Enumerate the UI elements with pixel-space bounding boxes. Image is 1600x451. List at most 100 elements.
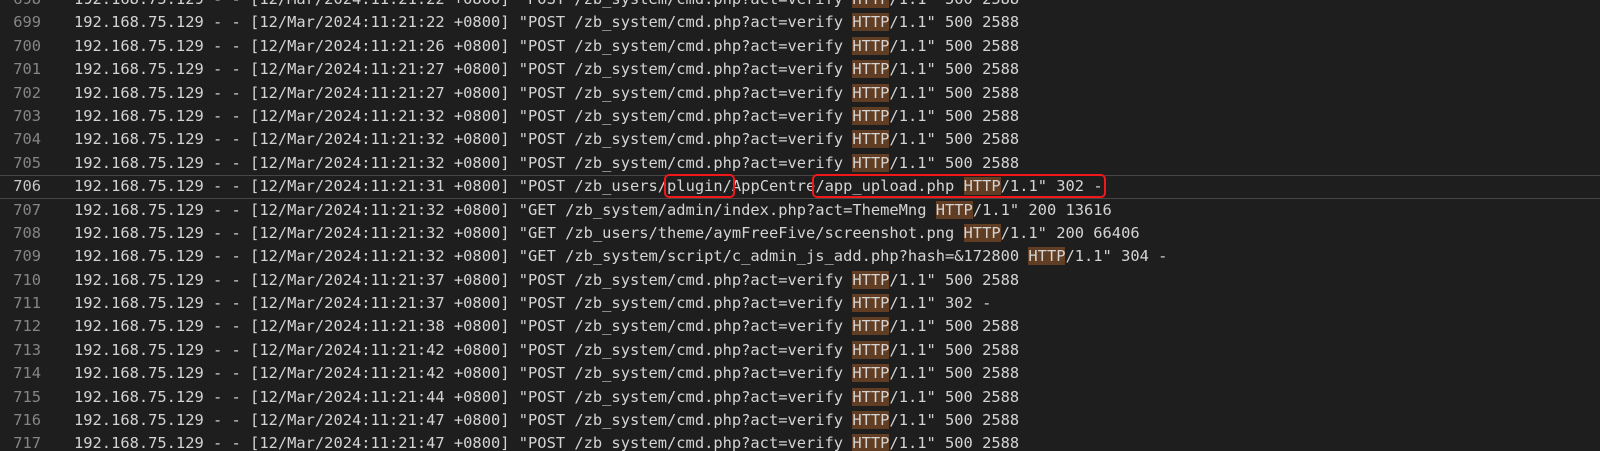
- log-text: /1.1" 500 2588: [889, 106, 1020, 125]
- log-text: /1.1" 304 -: [1065, 247, 1168, 266]
- log-line-text: 192.168.75.129 - - [12/Mar/2024:11:21:22…: [74, 11, 1019, 34]
- log-line-text: 192.168.75.129 - - [12/Mar/2024:11:21:31…: [74, 174, 1106, 199]
- search-match: HTTP: [852, 0, 890, 8]
- log-text: /1.1" 500 2588: [889, 364, 1020, 383]
- line-number: 702: [13, 83, 41, 102]
- log-line-text: 192.168.75.129 - - [12/Mar/2024:11:21:37…: [74, 292, 991, 315]
- log-text: 192.168.75.129 - - [12/Mar/2024:11:21:37…: [74, 270, 853, 289]
- search-match: HTTP: [852, 13, 890, 32]
- log-line[interactable]: 704 192.168.75.129 - - [12/Mar/2024:11:21…: [0, 128, 1600, 151]
- line-number: 706: [13, 177, 41, 196]
- log-text: 192.168.75.129 - - [12/Mar/2024:11:21:47…: [74, 411, 853, 430]
- line-number: 709: [13, 247, 41, 266]
- log-text: 192.168.75.129 - - [12/Mar/2024:11:21:32…: [74, 200, 936, 219]
- line-number: 713: [13, 340, 41, 359]
- log-text: /1.1" 302 -: [1000, 177, 1103, 196]
- line-number: 701: [13, 60, 41, 79]
- log-line-text: 192.168.75.129 - - [12/Mar/2024:11:21:32…: [74, 199, 1112, 222]
- log-text: /1.1" 500 2588: [889, 411, 1020, 430]
- log-text: 192.168.75.129 - - [12/Mar/2024:11:21:47…: [74, 434, 853, 451]
- log-line[interactable]: 717 192.168.75.129 - - [12/Mar/2024:11:21…: [0, 432, 1600, 451]
- search-match: HTTP: [852, 434, 890, 451]
- log-line[interactable]: 711 192.168.75.129 - - [12/Mar/2024:11:21…: [0, 292, 1600, 315]
- log-line[interactable]: 698 192.168.75.129 - - [12/Mar/2024:11:21…: [0, 0, 1600, 11]
- log-line-text: 192.168.75.129 - - [12/Mar/2024:11:21:32…: [74, 245, 1167, 268]
- line-number: 705: [13, 153, 41, 172]
- search-match: HTTP: [963, 223, 1001, 242]
- log-line-text: 192.168.75.129 - - [12/Mar/2024:11:21:27…: [74, 58, 1019, 81]
- log-text: AppCentre: [731, 177, 816, 196]
- line-number: 717: [13, 434, 41, 451]
- log-text: /1.1" 500 2588: [889, 340, 1020, 359]
- log-text: 192.168.75.129 - - [12/Mar/2024:11:21:32…: [74, 130, 853, 149]
- log-line-text: 192.168.75.129 - - [12/Mar/2024:11:21:42…: [74, 362, 1019, 385]
- log-text: /1.1" 500 2588: [889, 270, 1020, 289]
- log-text: 192.168.75.129 - - [12/Mar/2024:11:21:31…: [74, 177, 668, 196]
- search-match: HTTP: [852, 83, 890, 102]
- line-number: 700: [13, 36, 41, 55]
- log-text: /1.1" 302 -: [889, 294, 992, 313]
- search-match: HTTP: [852, 411, 890, 430]
- search-match: HTTP: [852, 340, 890, 359]
- log-text: 192.168.75.129 - - [12/Mar/2024:11:21:32…: [74, 223, 964, 242]
- line-number: 714: [13, 364, 41, 383]
- log-line[interactable]: 715 192.168.75.129 - - [12/Mar/2024:11:21…: [0, 386, 1600, 409]
- log-text: /1.1" 500 2588: [889, 83, 1020, 102]
- log-line[interactable]: 709 192.168.75.129 - - [12/Mar/2024:11:21…: [0, 245, 1600, 268]
- log-line[interactable]: 702 192.168.75.129 - - [12/Mar/2024:11:21…: [0, 82, 1600, 105]
- log-text: /1.1" 200 13616: [972, 200, 1112, 219]
- log-line[interactable]: 714 192.168.75.129 - - [12/Mar/2024:11:21…: [0, 362, 1600, 385]
- search-match: HTTP: [852, 387, 890, 406]
- log-line[interactable]: 713 192.168.75.129 - - [12/Mar/2024:11:21…: [0, 339, 1600, 362]
- log-text: 192.168.75.129 - - [12/Mar/2024:11:21:37…: [74, 294, 853, 313]
- search-match: HTTP: [852, 364, 890, 383]
- log-line[interactable]: 705 192.168.75.129 - - [12/Mar/2024:11:21…: [0, 152, 1600, 175]
- log-line[interactable]: 710 192.168.75.129 - - [12/Mar/2024:11:21…: [0, 269, 1600, 292]
- log-line[interactable]: 707 192.168.75.129 - - [12/Mar/2024:11:21…: [0, 199, 1600, 222]
- log-line-text: 192.168.75.129 - - [12/Mar/2024:11:21:22…: [74, 0, 1019, 11]
- log-line[interactable]: 701 192.168.75.129 - - [12/Mar/2024:11:21…: [0, 58, 1600, 81]
- line-number: 715: [13, 387, 41, 406]
- annotation-box-upload: /app_upload.php HTTP/1.1" 302 -: [812, 174, 1106, 199]
- log-line-current[interactable]: 706 192.168.75.129 - - [12/Mar/2024:11:21…: [0, 174, 1600, 199]
- search-match: HTTP: [852, 60, 890, 79]
- log-text: /1.1" 500 2588: [889, 13, 1020, 32]
- log-line[interactable]: 703 192.168.75.129 - - [12/Mar/2024:11:21…: [0, 105, 1600, 128]
- log-text: /1.1" 500 2588: [889, 0, 1019, 8]
- log-text: /app_upload.php: [815, 177, 964, 196]
- log-text: 192.168.75.129 - - [12/Mar/2024:11:21:38…: [74, 317, 853, 336]
- log-text: 192.168.75.129 - - [12/Mar/2024:11:21:27…: [74, 83, 853, 102]
- log-text: /1.1" 500 2588: [889, 387, 1020, 406]
- log-editor[interactable]: 698 192.168.75.129 - - [12/Mar/2024:11:21…: [0, 0, 1600, 451]
- line-number: 712: [13, 317, 41, 336]
- log-line-text: 192.168.75.129 - - [12/Mar/2024:11:21:47…: [74, 409, 1019, 432]
- search-match: HTTP: [852, 317, 890, 336]
- line-number: 710: [13, 270, 41, 289]
- log-line[interactable]: 699 192.168.75.129 - - [12/Mar/2024:11:21…: [0, 11, 1600, 34]
- line-number: 711: [13, 294, 41, 313]
- log-line-text: 192.168.75.129 - - [12/Mar/2024:11:21:42…: [74, 339, 1019, 362]
- log-line-text: 192.168.75.129 - - [12/Mar/2024:11:21:37…: [74, 269, 1019, 292]
- log-line[interactable]: 708 192.168.75.129 - - [12/Mar/2024:11:21…: [0, 222, 1600, 245]
- code-lines: 698 192.168.75.129 - - [12/Mar/2024:11:21…: [0, 0, 1600, 451]
- log-text: /1.1" 500 2588: [889, 130, 1020, 149]
- line-number: 703: [13, 106, 41, 125]
- log-line-text: 192.168.75.129 - - [12/Mar/2024:11:21:32…: [74, 105, 1019, 128]
- log-line[interactable]: 716 192.168.75.129 - - [12/Mar/2024:11:21…: [0, 409, 1600, 432]
- log-text: 192.168.75.129 - - [12/Mar/2024:11:21:42…: [74, 364, 853, 383]
- search-match: HTTP: [852, 36, 890, 55]
- log-text: 192.168.75.129 - - [12/Mar/2024:11:21:32…: [74, 153, 853, 172]
- log-text: /1.1" 500 2588: [889, 36, 1020, 55]
- log-line[interactable]: 712 192.168.75.129 - - [12/Mar/2024:11:21…: [0, 315, 1600, 338]
- search-match: HTTP: [852, 106, 890, 125]
- log-line-text: 192.168.75.129 - - [12/Mar/2024:11:21:44…: [74, 386, 1019, 409]
- search-match: HTTP: [963, 177, 1001, 196]
- log-text: 192.168.75.129 - - [12/Mar/2024:11:21:22…: [74, 13, 853, 32]
- log-text: /1.1" 500 2588: [889, 317, 1020, 336]
- log-text: 192.168.75.129 - - [12/Mar/2024:11:21:44…: [74, 387, 853, 406]
- log-text: 192.168.75.129 - - [12/Mar/2024:11:21:22…: [74, 0, 852, 8]
- line-number: 716: [13, 411, 41, 430]
- log-line-text: 192.168.75.129 - - [12/Mar/2024:11:21:32…: [74, 152, 1019, 175]
- log-line[interactable]: 700 192.168.75.129 - - [12/Mar/2024:11:21…: [0, 35, 1600, 58]
- line-number: 708: [13, 223, 41, 242]
